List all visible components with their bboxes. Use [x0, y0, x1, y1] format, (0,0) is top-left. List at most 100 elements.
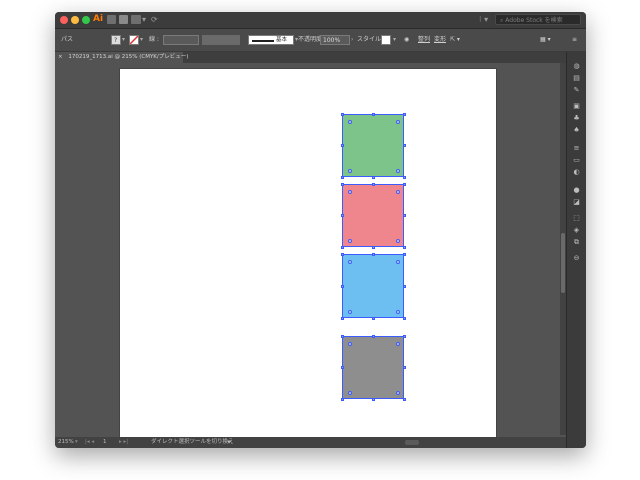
bridge-icon[interactable]: [107, 15, 116, 24]
variable-width-profile[interactable]: [202, 35, 240, 45]
anchor-point[interactable]: [371, 397, 375, 401]
zoom-window-button[interactable]: [82, 16, 90, 24]
live-corner-widget[interactable]: [348, 120, 352, 124]
artboard-number[interactable]: 1: [103, 437, 107, 448]
live-corner-widget[interactable]: [348, 239, 352, 243]
anchor-point[interactable]: [371, 182, 375, 186]
anchor-point[interactable]: [340, 252, 344, 256]
graphic-styles-icon[interactable]: ◪: [571, 198, 582, 206]
live-corner-widget[interactable]: [348, 391, 352, 395]
green-square[interactable]: [340, 112, 406, 179]
arrange-documents-icon[interactable]: [131, 15, 141, 24]
chevron-down-icon[interactable]: ▾: [75, 437, 78, 448]
color-icon[interactable]: ✎: [571, 86, 582, 94]
layers-icon[interactable]: ◈: [571, 226, 582, 234]
live-corner-widget[interactable]: [396, 391, 400, 395]
anchor-point[interactable]: [402, 252, 406, 256]
pink-square[interactable]: [340, 182, 406, 249]
live-corner-widget[interactable]: [348, 342, 352, 346]
artboards-icon[interactable]: ⧉: [571, 238, 582, 246]
close-window-button[interactable]: [60, 16, 68, 24]
anchor-point[interactable]: [371, 334, 375, 338]
chevron-down-icon[interactable]: ▾: [122, 29, 125, 51]
minimize-window-button[interactable]: [71, 16, 79, 24]
anchor-point[interactable]: [371, 316, 375, 320]
links-icon[interactable]: ⊖: [571, 254, 582, 262]
anchor-point[interactable]: [402, 284, 406, 288]
anchor-point[interactable]: [340, 144, 344, 147]
chevron-down-icon[interactable]: ▾: [140, 29, 143, 51]
horizontal-scroll-thumb[interactable]: [405, 440, 419, 445]
anchor-point[interactable]: [371, 175, 375, 179]
symbols-icon[interactable]: ♣: [571, 114, 582, 122]
anchor-point[interactable]: [402, 175, 406, 179]
first-artboard-icon[interactable]: |◂ ◂: [85, 437, 94, 448]
stroke-panel-icon[interactable]: ≡: [571, 144, 582, 152]
anchor-point[interactable]: [402, 397, 406, 401]
stock-search-input[interactable]: ⌕ Adobe Stock を検索: [495, 14, 581, 25]
anchor-point[interactable]: [340, 366, 344, 369]
blue-square[interactable]: [340, 252, 406, 320]
chevron-down-icon[interactable]: ▾: [142, 14, 146, 25]
live-corner-widget[interactable]: [396, 120, 400, 124]
live-corner-widget[interactable]: [348, 190, 352, 194]
gray-square[interactable]: [340, 334, 406, 401]
opacity-field[interactable]: 100%: [320, 35, 350, 45]
canvas-area[interactable]: [55, 63, 566, 446]
image-trace-icon[interactable]: ▣: [571, 102, 582, 110]
anchor-point[interactable]: [340, 214, 344, 217]
live-corner-widget[interactable]: [396, 310, 400, 314]
live-corner-widget[interactable]: [348, 310, 352, 314]
anchor-point[interactable]: [340, 316, 344, 320]
isolate-icon[interactable]: ⇱ ▾: [450, 29, 460, 51]
anchor-point[interactable]: [402, 366, 406, 369]
next-artboard-icon[interactable]: ▸ ▸|: [119, 437, 128, 448]
anchor-point[interactable]: [402, 112, 406, 116]
anchor-point[interactable]: [340, 397, 344, 401]
close-icon[interactable]: ×: [58, 54, 63, 60]
arrange-icon[interactable]: ▦ ▾: [540, 29, 551, 51]
stroke-weight-field[interactable]: [163, 35, 199, 45]
stock-icon[interactable]: [119, 15, 128, 24]
anchor-point[interactable]: [402, 144, 406, 147]
align-link[interactable]: 整列: [418, 29, 430, 51]
status-menu-icon[interactable]: ▸: [228, 437, 231, 448]
chevron-down-icon[interactable]: ▾: [393, 29, 396, 51]
workspace-switcher[interactable]: ⁝ ▾: [479, 14, 488, 25]
transform-panel-icon[interactable]: ⬚: [571, 214, 582, 222]
appearance-icon[interactable]: ●: [571, 186, 582, 194]
transparency-icon[interactable]: ◐: [571, 168, 582, 176]
anchor-point[interactable]: [402, 214, 406, 217]
club-icon[interactable]: ♠: [571, 126, 582, 134]
live-corner-widget[interactable]: [396, 239, 400, 243]
anchor-point[interactable]: [371, 245, 375, 249]
chevron-right-icon[interactable]: ›: [351, 29, 353, 51]
zoom-level[interactable]: 215%: [58, 437, 74, 448]
anchor-point[interactable]: [340, 175, 344, 179]
libraries-icon[interactable]: ▤: [571, 74, 582, 82]
recolor-icon[interactable]: ◉: [404, 29, 409, 51]
live-corner-widget[interactable]: [396, 169, 400, 173]
panel-menu-icon[interactable]: ≡: [572, 29, 577, 51]
artboard[interactable]: [120, 69, 496, 446]
anchor-point[interactable]: [340, 245, 344, 249]
anchor-point[interactable]: [402, 245, 406, 249]
transform-link[interactable]: 変形: [434, 29, 446, 51]
anchor-point[interactable]: [340, 182, 344, 186]
live-corner-widget[interactable]: [348, 260, 352, 264]
anchor-point[interactable]: [371, 252, 375, 256]
gpu-performance-icon[interactable]: ⟳: [151, 14, 158, 25]
anchor-point[interactable]: [402, 316, 406, 320]
anchor-point[interactable]: [371, 112, 375, 116]
anchor-point[interactable]: [402, 182, 406, 186]
live-corner-widget[interactable]: [396, 342, 400, 346]
stroke-swatch[interactable]: [129, 35, 139, 45]
vertical-scroll-thumb[interactable]: [561, 233, 565, 293]
document-tab[interactable]: × 170219_1713.ai @ 215% (CMYK/プレビュー): [55, 52, 188, 63]
properties-icon[interactable]: ◍: [571, 62, 582, 70]
live-corner-widget[interactable]: [396, 190, 400, 194]
anchor-point[interactable]: [340, 284, 344, 288]
anchor-point[interactable]: [402, 334, 406, 338]
gradient-icon[interactable]: ▭: [571, 156, 582, 164]
live-corner-widget[interactable]: [396, 260, 400, 264]
